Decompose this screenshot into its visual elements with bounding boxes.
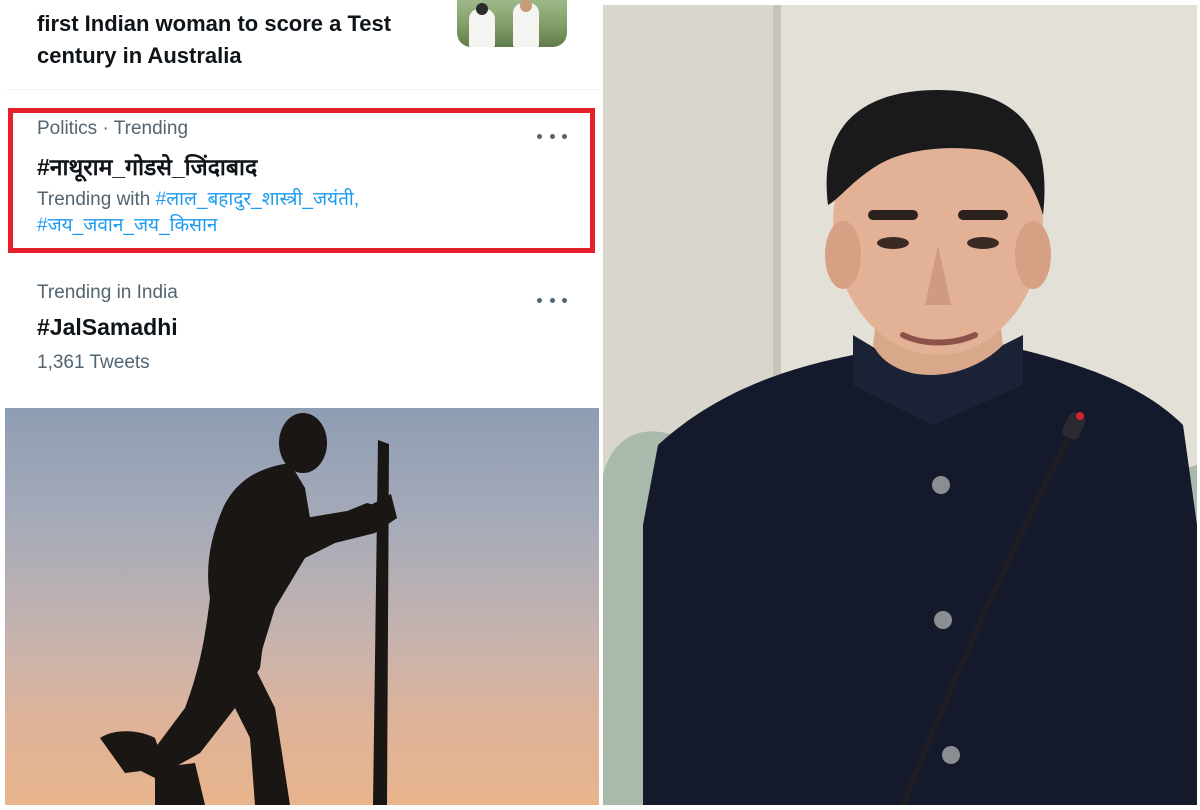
news-story-thumbnail <box>457 0 567 47</box>
more-horizontal-icon[interactable] <box>537 290 567 310</box>
trend-hashtag: #नाथूराम_गोडसे_जिंदाबाद <box>37 154 258 180</box>
more-horizontal-icon[interactable] <box>537 126 567 146</box>
trends-panel: first Indian woman to score a Test centu… <box>5 0 599 404</box>
news-story-headline: first Indian woman to score a Test centu… <box>37 11 392 68</box>
speaker-photo <box>603 5 1197 805</box>
silhouette-illustration <box>100 413 397 805</box>
trending-with-line: Trending with #लाल_बहादुर_शास्त्री_जयंती… <box>37 187 457 239</box>
trending-with-label: Trending with <box>37 189 151 210</box>
player-head <box>520 0 532 12</box>
news-story-item[interactable]: first Indian woman to score a Test centu… <box>5 0 599 90</box>
gandhi-silhouette-photo <box>5 408 599 805</box>
tweet-count: 1,361 Tweets <box>37 352 150 373</box>
player-head <box>476 3 488 15</box>
trend-hashtag: #JalSamadhi <box>37 314 178 340</box>
trend-category: Trending in India <box>37 282 178 303</box>
speaker-illustration <box>603 5 1197 805</box>
trend-item-godse[interactable]: Politics · Trending #नाथूराम_गोडसे_जिंदा… <box>5 108 599 254</box>
related-hashtag-link[interactable]: #जय_जवान_जय_किसान <box>37 215 217 236</box>
related-hashtag-link[interactable]: #लाल_बहादुर_शास्त्री_जयंती, <box>156 189 359 210</box>
trend-category: Politics · Trending <box>37 118 189 139</box>
trend-item-jalsamadhi[interactable]: Trending in India #JalSamadhi 1,361 Twee… <box>5 272 599 392</box>
